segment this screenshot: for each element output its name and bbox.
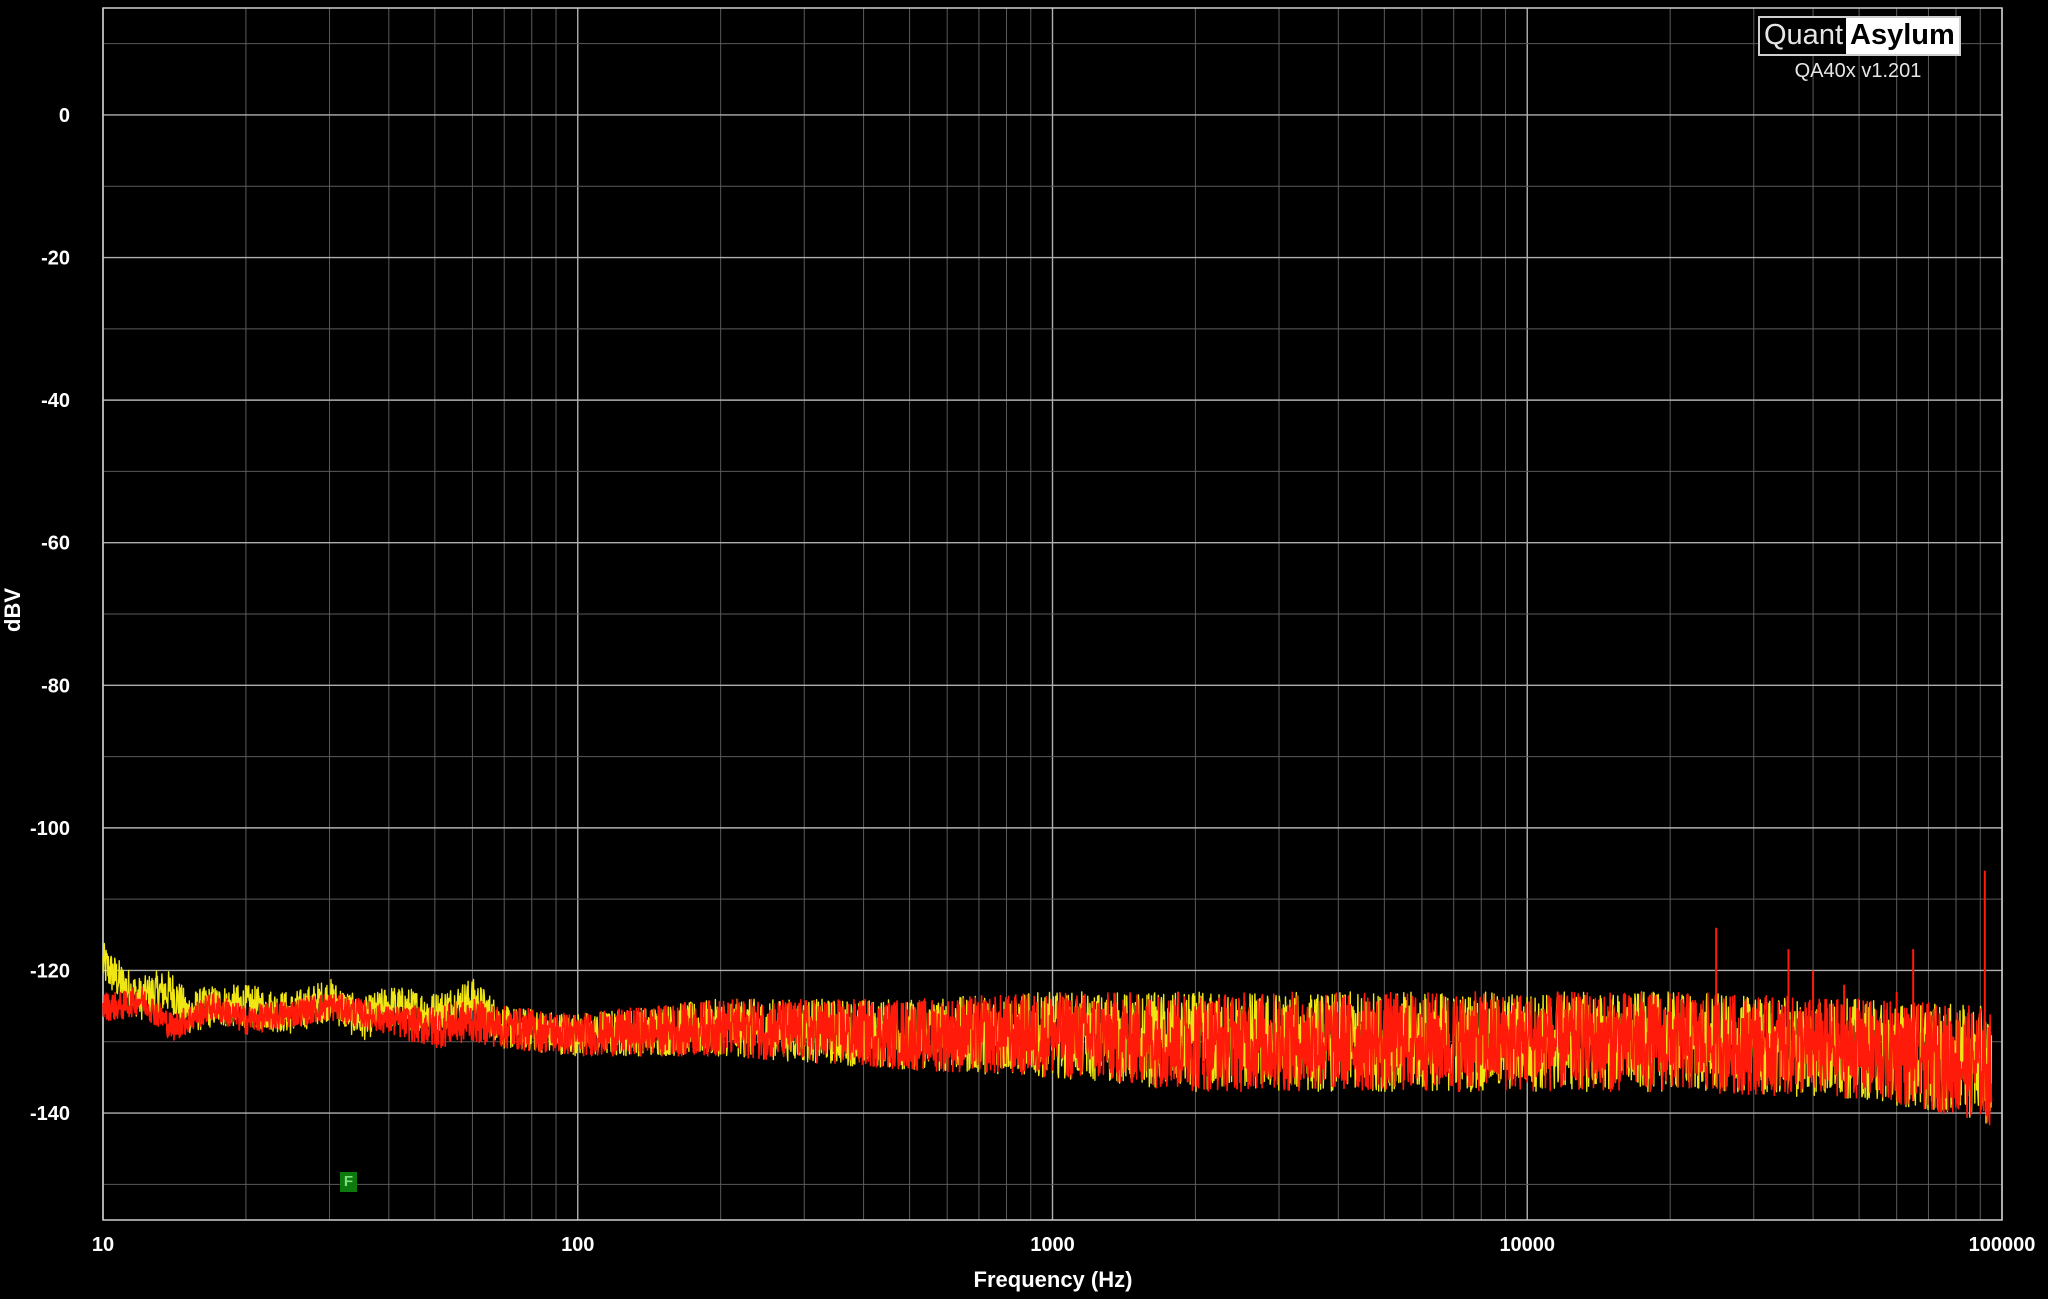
x-axis-title: Frequency (Hz) <box>974 1267 1133 1292</box>
y-tick-label: -60 <box>41 533 70 555</box>
x-tick-label: 100000 <box>1969 1234 2036 1256</box>
x-tick-label: 100 <box>561 1234 594 1256</box>
frequency-marker-icon[interactable]: F <box>340 1172 357 1192</box>
x-tick-label: 10000 <box>1499 1234 1555 1256</box>
y-tick-label: -140 <box>30 1103 70 1125</box>
y-tick-label: -20 <box>41 248 70 270</box>
y-tick-label: -100 <box>30 818 70 840</box>
y-tick-label: -120 <box>30 960 70 982</box>
y-axis-title: dBV <box>0 588 25 632</box>
x-tick-label: 1000 <box>1030 1234 1075 1256</box>
quantasylum-logo: Quant Asylum <box>1758 16 1961 56</box>
y-tick-label: -80 <box>41 675 70 697</box>
y-tick-label: -40 <box>41 390 70 412</box>
spectrum-chart: 0 -20 -40 -60 -80 -100 -120 -140 10 100 1000 10000… <box>0 0 2048 1299</box>
logo-quant-text: Quant <box>1760 18 1846 54</box>
chart-background <box>0 0 2048 1299</box>
x-tick-label: 10 <box>92 1234 114 1256</box>
y-tick-label: 0 <box>59 105 70 127</box>
version-label: QA40x v1.201 <box>1794 60 1922 82</box>
logo-asylum-text: Asylum <box>1846 18 1959 54</box>
